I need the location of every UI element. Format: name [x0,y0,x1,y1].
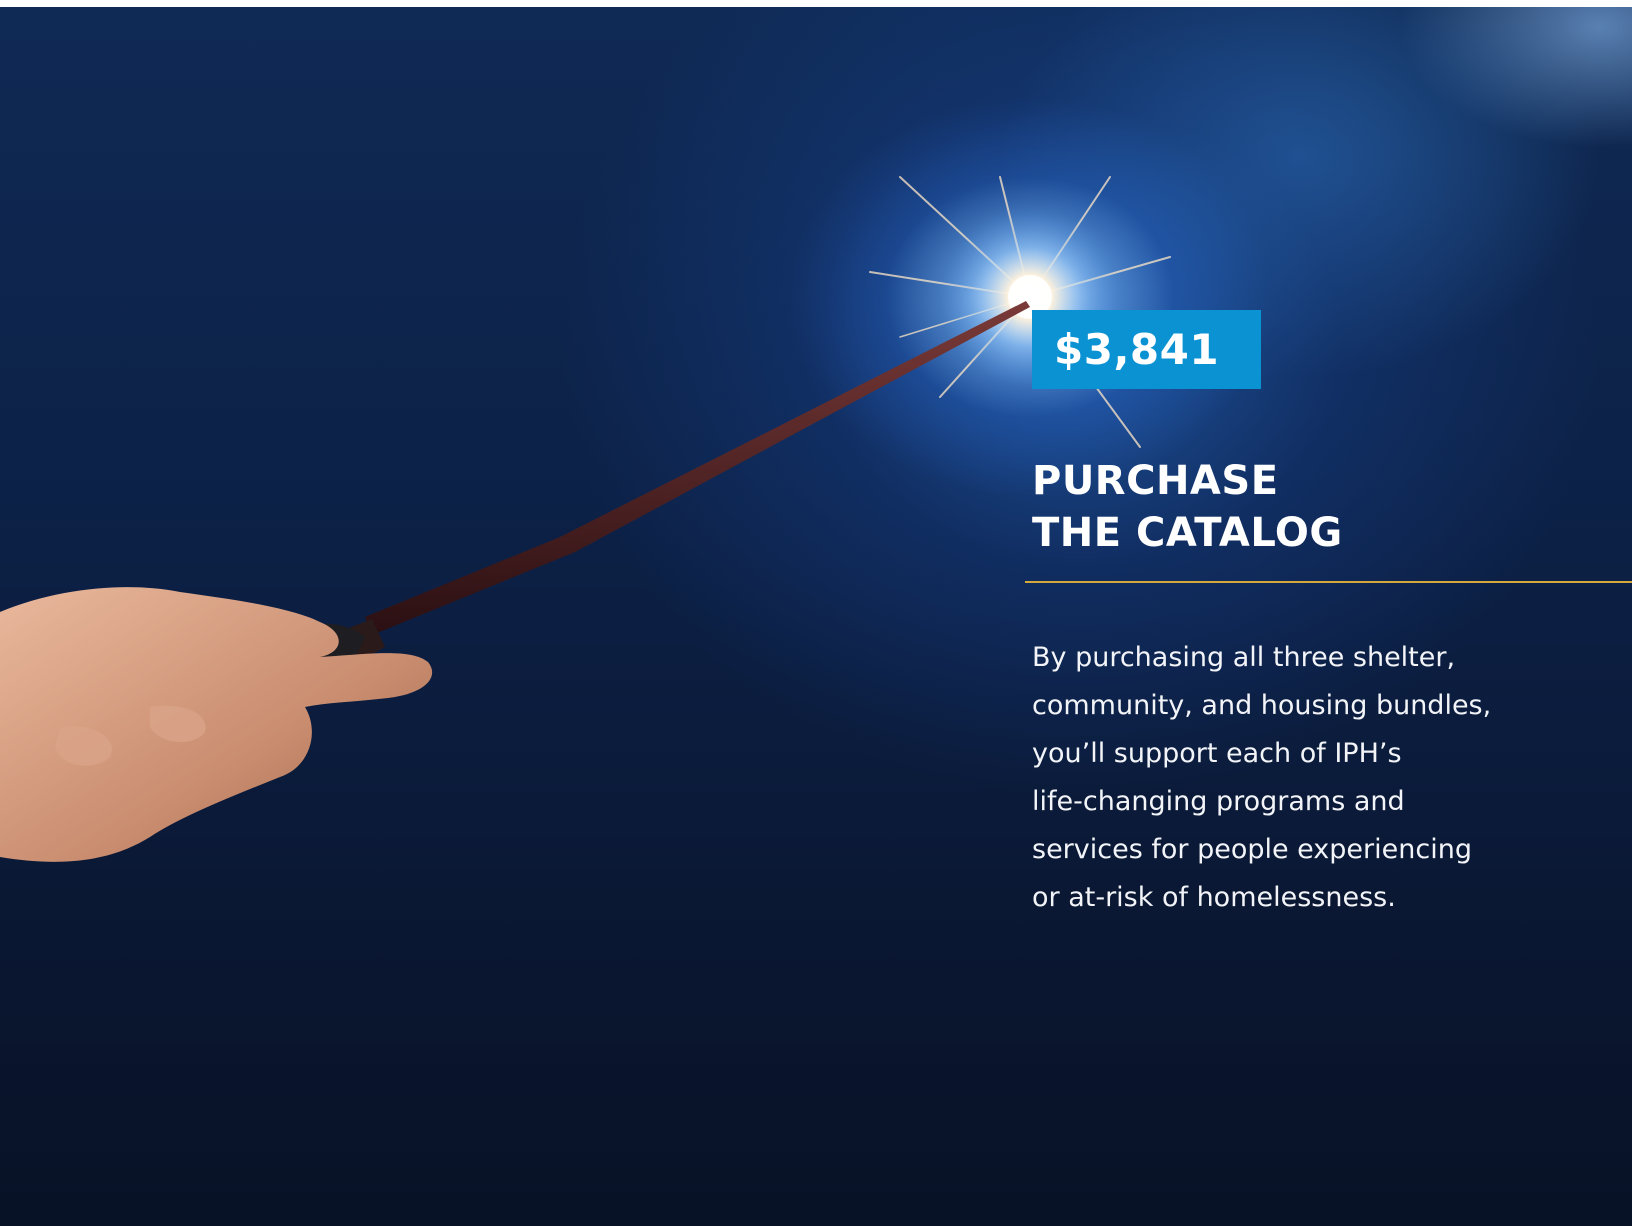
description-line: services for people experiencing [1032,834,1472,865]
gold-divider [1025,581,1632,583]
description-line: community, and housing bundles, [1032,690,1492,721]
description-line: By purchasing all three shelter, [1032,642,1456,673]
catalog-page: $3,841 PURCHASE THE CATALOG By purchasin… [0,7,1632,1226]
price-badge: $3,841 [1032,310,1261,389]
description-line: you’ll support each of IPH’s [1032,738,1402,769]
description-paragraph: By purchasing all three shelter, communi… [1032,634,1592,922]
description-line: life-changing programs and [1032,786,1405,817]
price-amount: $3,841 [1054,325,1220,374]
magic-wand-photo [0,176,1171,862]
title-line: THE CATALOG [1032,510,1343,556]
title-line: PURCHASE [1032,458,1279,504]
wand [365,301,1030,635]
description-line: or at-risk of homelessness. [1032,882,1396,913]
page-title: PURCHASE THE CATALOG [1032,455,1343,559]
